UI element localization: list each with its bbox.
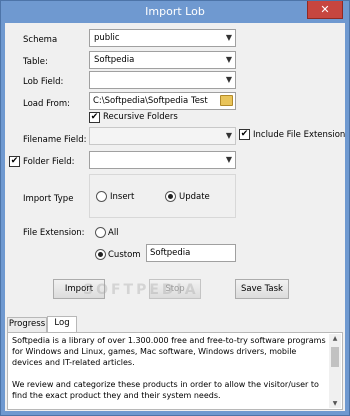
schema-label: Schema (23, 35, 58, 45)
include-file-extension-label: Include File Extension (253, 130, 346, 140)
custom-label: Custom (108, 250, 141, 260)
chevron-down-icon: ▼ (225, 33, 232, 42)
tab-progress[interactable]: Progress (7, 317, 47, 332)
import-type-group: Insert Update (89, 174, 236, 218)
all-label: All (108, 228, 119, 238)
tab-log[interactable]: Log (47, 316, 77, 332)
folder-field-checkbox[interactable]: ✔ (9, 156, 20, 167)
log-scrollbar[interactable]: ▲ ▼ (329, 334, 341, 408)
insert-label: Insert (110, 192, 135, 202)
update-radio[interactable] (165, 191, 176, 202)
schema-combo[interactable]: public ▼ (89, 29, 236, 47)
all-radio[interactable] (95, 227, 106, 238)
recursive-folders-checkbox[interactable]: ✔ (89, 112, 100, 123)
folder-field-label: Folder Field: (23, 157, 75, 167)
log-panel[interactable]: Softpedia is a library of over 1.300.000… (7, 332, 343, 410)
include-file-extension-checkbox[interactable]: ✔ (239, 129, 250, 140)
custom-extension-input[interactable]: Softpedia (146, 244, 236, 262)
filename-field-label: Filename Field: (23, 135, 87, 145)
file-extension-label: File Extension: (23, 228, 85, 238)
update-label: Update (179, 192, 210, 202)
table-value: Softpedia (94, 55, 135, 65)
save-task-button[interactable]: Save Task (235, 279, 289, 299)
chevron-down-icon: ▼ (225, 75, 232, 84)
table-combo[interactable]: Softpedia ▼ (89, 51, 236, 69)
table-label: Table: (23, 57, 48, 67)
title-bar[interactable]: Import Lob ✕ (1, 1, 349, 23)
load-from-input[interactable]: C:\Softpedia\Softpedia Test (89, 92, 236, 110)
insert-radio[interactable] (96, 191, 107, 202)
folder-field-combo[interactable]: ▼ (89, 151, 236, 169)
import-type-label: Import Type (23, 194, 74, 204)
folder-browse-icon[interactable] (220, 95, 233, 106)
load-from-label: Load From: (23, 99, 71, 109)
scroll-up-icon[interactable]: ▲ (329, 335, 341, 342)
lob-field-combo[interactable]: ▼ (89, 71, 236, 89)
scroll-down-icon[interactable]: ▼ (329, 400, 341, 407)
load-from-value: C:\Softpedia\Softpedia Test (93, 96, 208, 106)
import-lob-window: Import Lob ✕ Schema public ▼ Table: Soft… (0, 0, 350, 416)
recursive-folders-label: Recursive Folders (103, 112, 178, 122)
scroll-thumb[interactable] (331, 347, 339, 367)
lob-field-label: Lob Field: (23, 77, 64, 87)
custom-radio[interactable] (95, 249, 106, 260)
chevron-down-icon: ▼ (225, 55, 232, 64)
close-button[interactable]: ✕ (307, 1, 343, 19)
log-text: Softpedia is a library of over 1.300.000… (12, 336, 326, 400)
chevron-down-icon: ▼ (225, 155, 232, 164)
dialog-body: Schema public ▼ Table: Softpedia ▼ Lob F… (5, 23, 345, 411)
schema-value: public (94, 33, 120, 43)
filename-field-combo[interactable]: ▼ (89, 127, 236, 145)
chevron-down-icon: ▼ (225, 131, 232, 140)
window-title: Import Lob (145, 5, 205, 18)
custom-extension-value: Softpedia (150, 248, 191, 258)
softpedia-watermark: SOFTPEDIA (83, 282, 199, 298)
